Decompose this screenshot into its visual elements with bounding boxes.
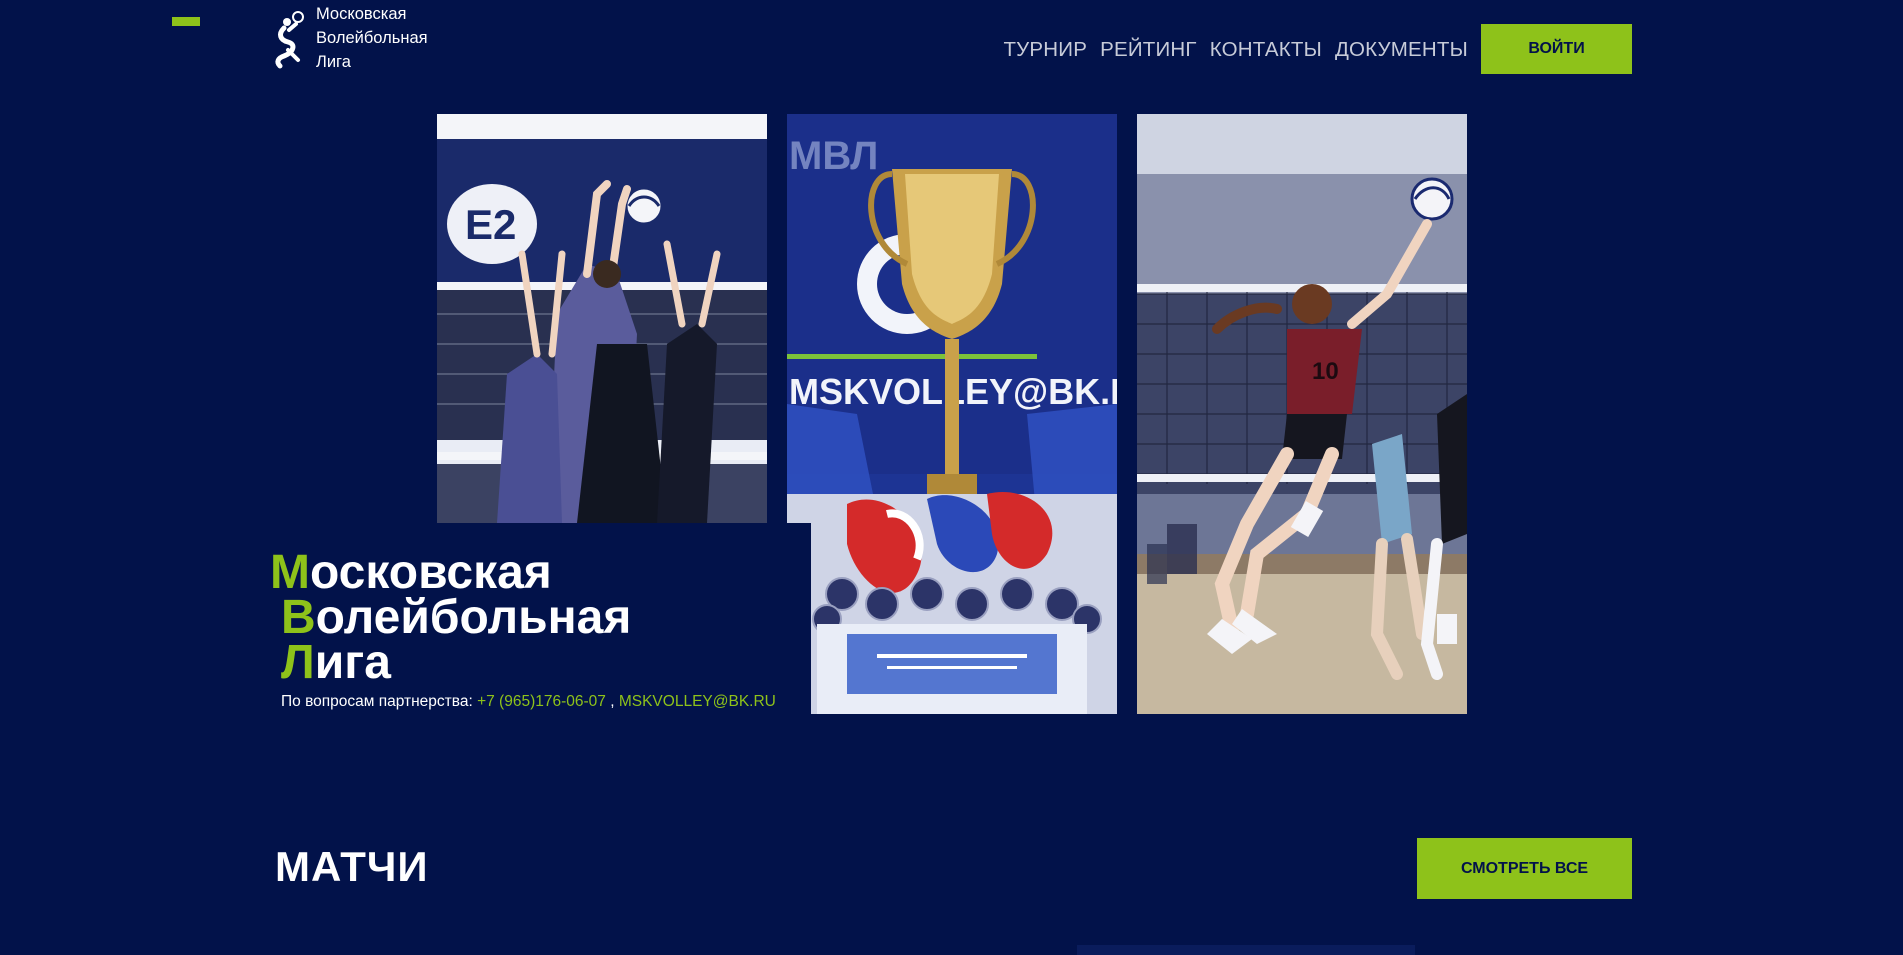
trophy-and-medals-photo: МВЛ MSKVOLLEY@BK.RU [787, 114, 1117, 714]
match-card-edge [1077, 945, 1415, 955]
nav-item-tournament[interactable]: ТУРНИР [1003, 38, 1087, 62]
matches-title: МАТЧИ [275, 843, 429, 890]
hero-title-line-1: Московская [270, 549, 631, 597]
banner-text-2: МВЛ [789, 134, 878, 178]
hero-title-line-2: Волейбольная [270, 594, 631, 642]
logo[interactable]: Московская Волейбольная Лига [270, 2, 428, 74]
volleyball-spike-photo: 10 [1137, 114, 1467, 714]
menu-icon[interactable] [172, 17, 200, 26]
main-nav: ТУРНИР РЕЙТИНГ КОНТАКТЫ ДОКУМЕНТЫ [1003, 38, 1468, 62]
logo-text: Московская Волейбольная Лига [316, 2, 428, 74]
logo-line: Лига [316, 53, 351, 71]
nav-item-rating[interactable]: РЕЙТИНГ [1100, 38, 1197, 62]
logo-line: Московская [316, 5, 407, 23]
phone-link[interactable]: +7 (965)176-06-07 [477, 693, 606, 710]
see-all-button[interactable]: СМОТРЕТЬ ВСЕ [1417, 838, 1632, 899]
partners-label: По вопросам партнерства: [281, 693, 473, 710]
volleyball-block-photo: E2 [437, 114, 767, 523]
hero-title-rest: ига [314, 636, 391, 689]
volleyball-player-icon [275, 11, 304, 69]
logo-line: Волейбольная [316, 29, 428, 47]
login-button[interactable]: ВОЙТИ [1481, 24, 1632, 74]
banner-text: E2 [465, 201, 516, 248]
hero-title: Московская Волейбольная Лига [270, 549, 631, 687]
partners-contact: По вопросам партнерства: +7 (965)176-06-… [281, 693, 776, 711]
nav-item-documents[interactable]: ДОКУМЕНТЫ [1335, 38, 1468, 62]
hero-title-accent-letter: Л [281, 636, 315, 689]
email-link[interactable]: MSKVOLLEY@BK.RU [619, 693, 776, 710]
jersey-number: 10 [1312, 358, 1339, 385]
hero-title-line-3: Лига [270, 639, 631, 687]
nav-item-contacts[interactable]: КОНТАКТЫ [1210, 38, 1322, 62]
contact-separator: , [610, 693, 615, 710]
photo-notch [787, 523, 811, 715]
